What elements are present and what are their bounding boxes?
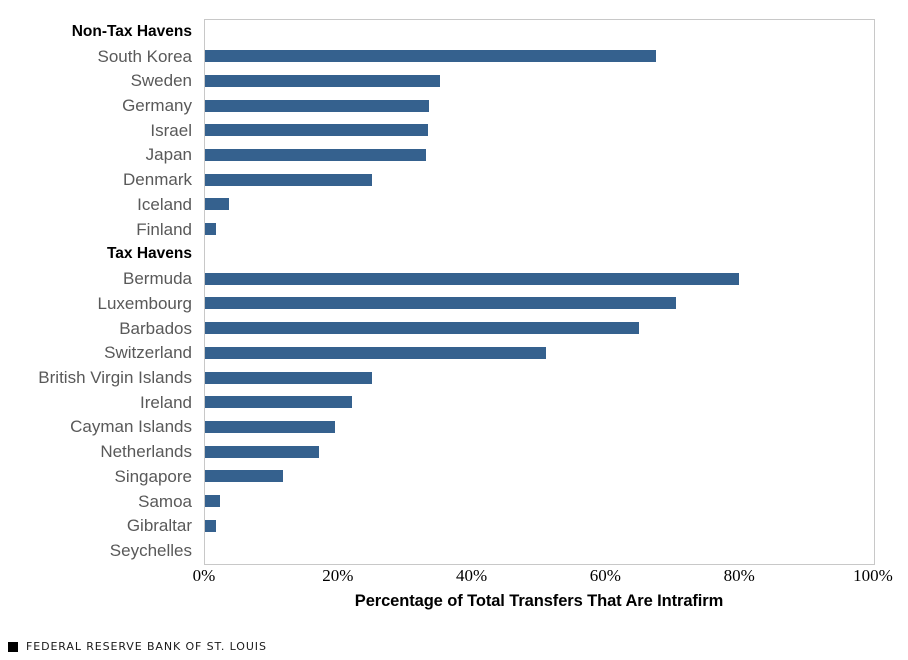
bar-track	[205, 266, 874, 291]
category-label: Denmark	[123, 170, 192, 190]
bar-row: Barbados	[0, 316, 908, 341]
bar-row: Singapore	[0, 464, 908, 489]
bar-track	[205, 217, 874, 242]
category-label: Iceland	[137, 194, 192, 214]
bar-row: Samoa	[0, 489, 908, 514]
bar-track	[205, 118, 874, 143]
bar	[205, 495, 220, 508]
bar	[205, 322, 640, 335]
bar-row: Cayman Islands	[0, 415, 908, 440]
category-label: Luxembourg	[97, 293, 192, 313]
category-label: Bermuda	[123, 269, 192, 289]
bar-track	[205, 68, 874, 93]
bar-row: Germany	[0, 93, 908, 118]
x-axis-tick-label: 100%	[853, 566, 893, 585]
x-axis-tick-label: 40%	[456, 566, 488, 585]
category-label: South Korea	[97, 46, 192, 66]
bar-row: Seychelles	[0, 538, 908, 563]
bar	[205, 420, 335, 433]
group-header-row: Tax Havens	[0, 242, 908, 267]
bar-row: Bermuda	[0, 266, 908, 291]
bar-track	[205, 538, 874, 563]
category-label: Israel	[150, 120, 192, 140]
bar	[205, 519, 216, 532]
bar-row: Switzerland	[0, 340, 908, 365]
bar-track	[205, 340, 874, 365]
bar-track	[205, 93, 874, 118]
x-axis-tick-label: 80%	[723, 566, 755, 585]
bar	[205, 50, 656, 63]
bar-row: Luxembourg	[0, 291, 908, 316]
bar-row: Israel	[0, 118, 908, 143]
bar-row: South Korea	[0, 44, 908, 69]
bar	[205, 198, 230, 211]
bar-track	[205, 514, 874, 539]
bar	[205, 445, 319, 458]
category-label: Seychelles	[109, 541, 192, 561]
category-label: Barbados	[119, 318, 192, 338]
bar	[205, 124, 428, 137]
bar-row: Finland	[0, 217, 908, 242]
category-label: Sweden	[130, 71, 192, 91]
group-header-label: Non-Tax Havens	[71, 22, 192, 40]
bar	[205, 346, 547, 359]
bar	[205, 99, 430, 112]
bar	[205, 396, 353, 409]
bar-row: Netherlands	[0, 439, 908, 464]
bar-row: Ireland	[0, 390, 908, 415]
bar-track	[205, 291, 874, 316]
bar-track	[205, 143, 874, 168]
bar-track	[205, 316, 874, 341]
footer: FEDERAL RESERVE BANK OF ST. LOUIS	[8, 640, 267, 653]
bar-track	[205, 44, 874, 69]
bar-chart: Non-Tax Havens South Korea Sweden Germany Is…	[0, 0, 908, 660]
group-header-row: Non-Tax Havens	[0, 19, 908, 44]
category-label: Netherlands	[100, 442, 192, 462]
bar	[205, 223, 216, 236]
footer-text: FEDERAL RESERVE BANK OF ST. LOUIS	[26, 640, 267, 653]
category-label: Germany	[122, 96, 192, 116]
category-label: Japan	[145, 145, 192, 165]
bar-track	[205, 390, 874, 415]
category-label: British Virgin Islands	[38, 368, 192, 388]
group-header-label: Tax Havens	[106, 245, 192, 263]
x-axis-title: Percentage of Total Transfers That Are I…	[354, 592, 724, 610]
bar	[205, 297, 676, 310]
bar-track	[205, 365, 874, 390]
bar	[205, 173, 373, 186]
bar-track	[205, 415, 874, 440]
bar-row: British Virgin Islands	[0, 365, 908, 390]
bar-row: Denmark	[0, 167, 908, 192]
bar-track	[205, 439, 874, 464]
category-label: Ireland	[140, 392, 192, 412]
bar-track	[205, 464, 874, 489]
bar-row: Japan	[0, 143, 908, 168]
bar	[205, 74, 440, 87]
bar-track	[205, 167, 874, 192]
bar	[205, 148, 426, 161]
bar-row: Iceland	[0, 192, 908, 217]
x-axis-ticks: 0% 20% 40% 60% 80% 100%	[193, 566, 893, 588]
x-axis-tick-label: 20%	[322, 566, 354, 585]
bar-row: Sweden	[0, 68, 908, 93]
chart-rows-area: Non-Tax Havens South Korea Sweden Germany Is…	[0, 19, 908, 563]
category-label: Gibraltar	[126, 516, 192, 536]
bar-track	[205, 192, 874, 217]
category-label: Cayman Islands	[70, 417, 192, 437]
bar	[205, 470, 284, 483]
bar	[205, 272, 739, 285]
bar	[205, 371, 373, 384]
category-label: Finland	[136, 219, 192, 239]
x-axis-tick-label: 0%	[192, 566, 216, 585]
category-label: Switzerland	[104, 343, 192, 363]
bar-track	[205, 242, 874, 267]
category-label: Singapore	[114, 466, 192, 486]
bar-track	[205, 489, 874, 514]
category-label: Samoa	[138, 491, 192, 511]
square-mark-icon	[8, 641, 18, 652]
bar-row: Gibraltar	[0, 514, 908, 539]
x-axis-tick-label: 60%	[589, 566, 621, 585]
bar-track	[205, 19, 874, 44]
